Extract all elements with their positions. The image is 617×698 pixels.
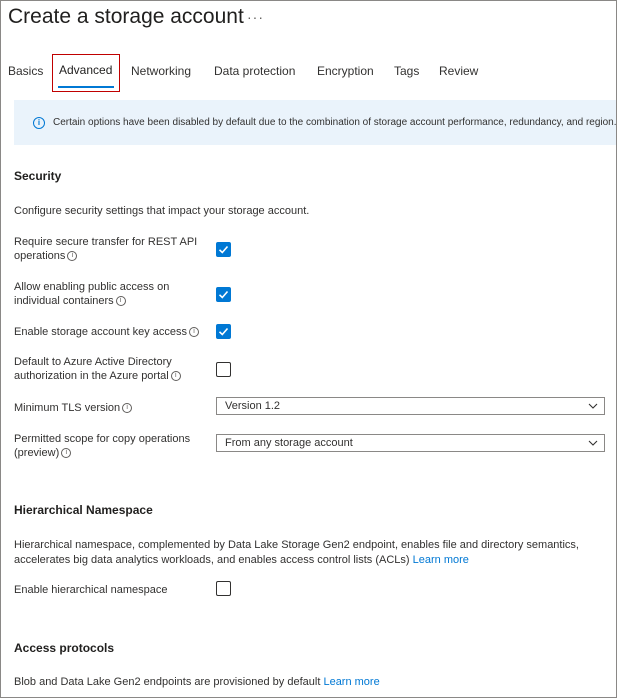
secure-transfer-label: Require secure transfer for REST API ope… — [14, 235, 214, 263]
info-tooltip-icon[interactable]: i — [189, 327, 200, 338]
hierarchical-learn-more-link[interactable]: Learn more — [413, 554, 469, 566]
access-protocols-description-text: Blob and Data Lake Gen2 endpoints are pr… — [14, 676, 321, 688]
access-protocols-learn-more-link[interactable]: Learn more — [323, 676, 379, 688]
min-tls-selected-value: Version 1.2 — [225, 400, 281, 412]
secure-transfer-label-text: Require secure transfer for REST API ope… — [14, 236, 198, 262]
min-tls-dropdown[interactable]: Version 1.2 — [216, 397, 605, 415]
aad-authorization-label-text: Default to Azure Active Directory author… — [14, 356, 172, 382]
tab-encryption[interactable]: Encryption — [317, 64, 374, 78]
public-access-label-text: Allow enabling public access on individu… — [14, 281, 170, 307]
aad-authorization-label: Default to Azure Active Directory author… — [14, 355, 194, 383]
tab-review[interactable]: Review — [439, 64, 478, 78]
info-tooltip-icon[interactable]: i — [122, 403, 133, 414]
public-access-label: Allow enabling public access on individu… — [14, 280, 214, 308]
info-icon: i — [33, 117, 45, 129]
access-protocols-description: Blob and Data Lake Gen2 endpoints are pr… — [14, 675, 380, 690]
hierarchical-namespace-label: Enable hierarchical namespace — [14, 584, 168, 596]
more-options-button[interactable]: ··· — [247, 9, 264, 25]
copy-scope-selected-value: From any storage account — [225, 437, 353, 449]
copy-scope-label-text: Permitted scope for copy operations (pre… — [14, 433, 191, 459]
info-tooltip-icon[interactable]: i — [170, 371, 181, 382]
active-tab-indicator — [58, 86, 114, 88]
chevron-down-icon — [588, 440, 598, 446]
copy-scope-dropdown[interactable]: From any storage account — [216, 434, 605, 452]
key-access-label-text: Enable storage account key access — [14, 326, 188, 338]
info-tooltip-icon[interactable]: i — [115, 296, 126, 307]
chevron-down-icon — [588, 403, 598, 409]
tab-data-protection[interactable]: Data protection — [214, 64, 295, 78]
secure-transfer-checkbox[interactable] — [216, 242, 231, 257]
info-tooltip-icon[interactable]: i — [61, 448, 72, 459]
key-access-label: Enable storage account key access i — [14, 325, 214, 339]
create-storage-account-window: Create a storage account ··· Basics Adva… — [0, 0, 617, 698]
security-description: Configure security settings that impact … — [14, 205, 310, 217]
copy-scope-label: Permitted scope for copy operations (pre… — [14, 432, 194, 460]
checkmark-icon — [218, 245, 229, 254]
info-banner-text: Certain options have been disabled by de… — [53, 117, 617, 128]
access-protocols-heading: Access protocols — [14, 641, 115, 655]
key-access-checkbox[interactable] — [216, 324, 231, 339]
aad-authorization-checkbox[interactable] — [216, 362, 231, 377]
public-access-checkbox[interactable] — [216, 287, 231, 302]
checkmark-icon — [218, 290, 229, 299]
hierarchical-description-text: Hierarchical namespace, complemented by … — [14, 539, 579, 566]
checkmark-icon — [218, 327, 229, 336]
hierarchical-namespace-description: Hierarchical namespace, complemented by … — [14, 538, 609, 568]
page-title: Create a storage account — [8, 5, 244, 28]
info-tooltip-icon[interactable]: i — [67, 251, 78, 262]
tab-basics[interactable]: Basics — [8, 64, 43, 78]
hierarchical-namespace-heading: Hierarchical Namespace — [14, 503, 153, 517]
min-tls-label: Minimum TLS version i — [14, 401, 214, 415]
security-heading: Security — [14, 169, 62, 183]
min-tls-label-text: Minimum TLS version — [14, 402, 121, 414]
hierarchical-namespace-checkbox[interactable] — [216, 581, 231, 596]
tab-networking[interactable]: Networking — [131, 64, 191, 78]
tab-tags[interactable]: Tags — [394, 64, 419, 78]
